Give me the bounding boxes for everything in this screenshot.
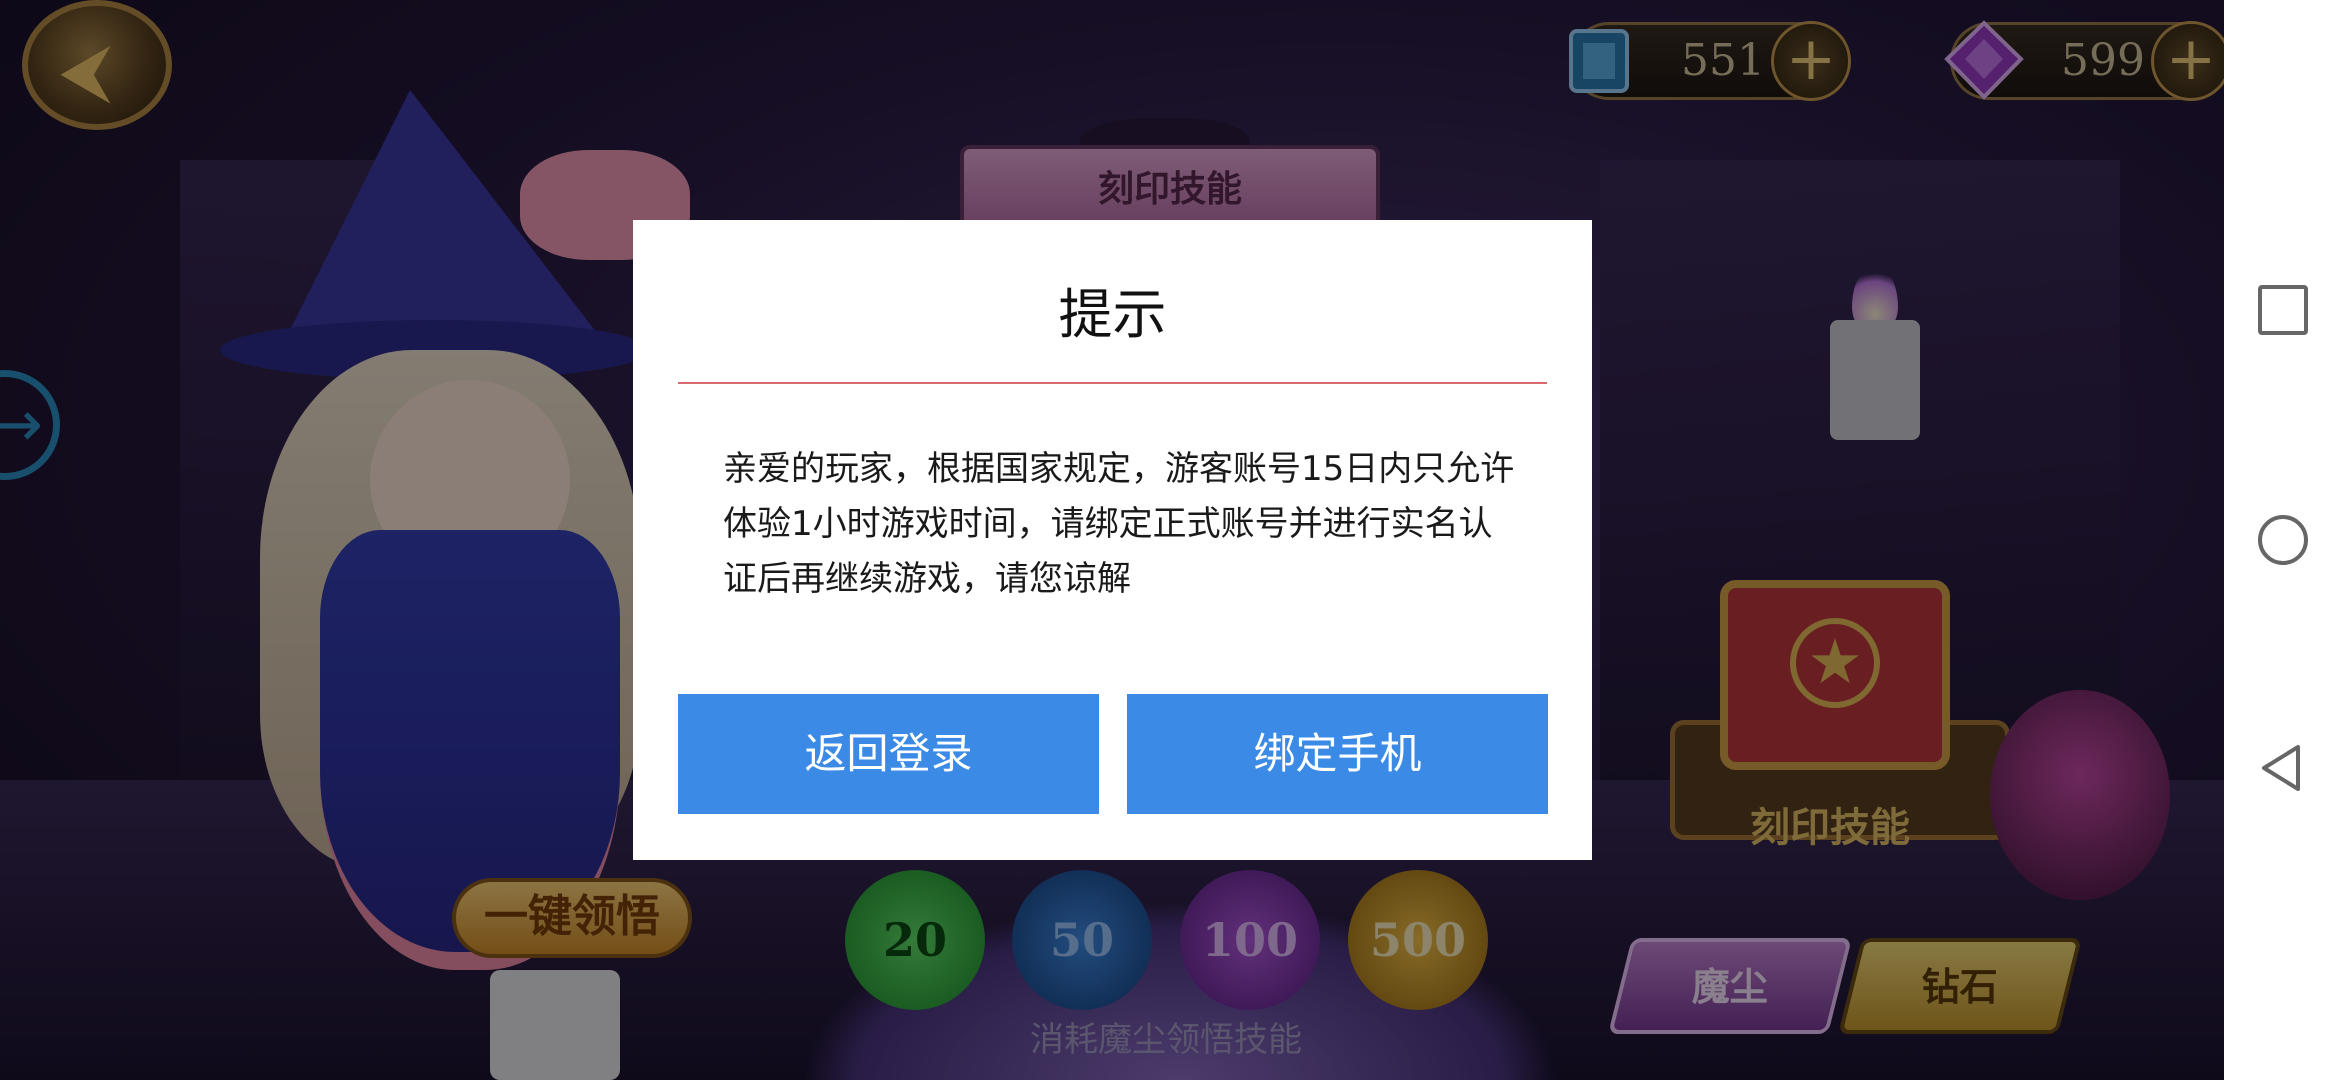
back-to-login-button[interactable]: 返回登录 — [678, 694, 1099, 814]
recent-apps-icon[interactable] — [2258, 285, 2308, 335]
dialog-divider — [678, 382, 1547, 384]
nav-back-icon[interactable] — [2258, 743, 2308, 793]
android-nav-bar — [2224, 0, 2340, 1080]
dialog-title: 提示 — [1058, 283, 1167, 346]
dialog-message: 亲爱的玩家，根据国家规定，游客账号15日内只允许体验1小时游戏时间，请绑定正式账… — [723, 449, 1515, 599]
bind-phone-button[interactable]: 绑定手机 — [1127, 694, 1548, 814]
home-icon[interactable] — [2258, 515, 2308, 565]
notice-dialog: 提示 亲爱的玩家，根据国家规定，游客账号15日内只允许体验1小时游戏时间，请绑定… — [633, 220, 1592, 860]
